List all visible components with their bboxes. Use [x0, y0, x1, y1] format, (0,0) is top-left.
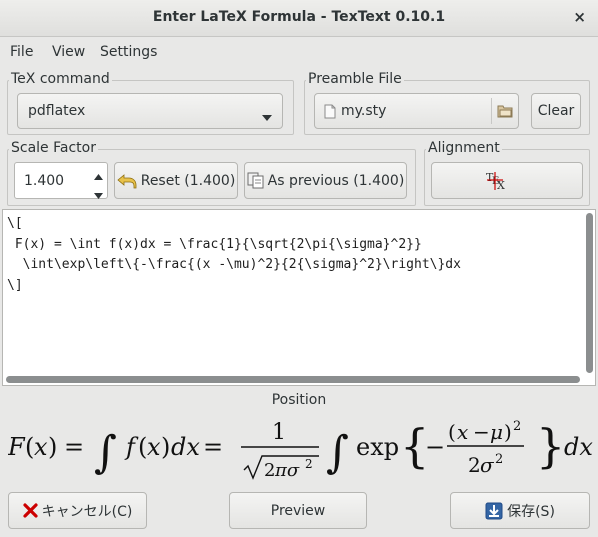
menu-view[interactable]: View: [52, 44, 85, 60]
cancel-label: キャンセル(C): [41, 503, 133, 520]
svg-text:): ): [504, 420, 512, 444]
latex-editor[interactable]: \[ F(x) = \int f(x)dx = \frac{1}{\sqrt{2…: [2, 209, 596, 386]
title-bar: Enter LaTeX Formula - TexText 0.10.1 ×: [0, 0, 598, 37]
code-line: \int\exp\left\{-\frac{(x -\mu)^2}{2{\sig…: [7, 257, 461, 272]
horizontal-scrollbar[interactable]: [6, 376, 580, 383]
reset-scale-button[interactable]: Reset (1.400): [114, 162, 238, 199]
alignment-label: Alignment: [426, 140, 502, 156]
code-line: \[: [7, 216, 23, 231]
save-label: 保存(S): [507, 503, 555, 520]
scale-factor-label: Scale Factor: [9, 140, 98, 156]
svg-text:}: }: [536, 419, 565, 473]
increment-icon[interactable]: [94, 168, 103, 184]
chooser-divider: [491, 98, 492, 124]
menu-bar: File View Settings: [0, 37, 598, 67]
as-previous-label: As previous (1.400): [267, 172, 405, 189]
svg-text:X: X: [497, 179, 505, 192]
svg-text:2: 2: [305, 457, 313, 471]
svg-text:x: x: [457, 420, 468, 444]
chevron-down-icon: [262, 109, 272, 125]
svg-text:=: =: [64, 433, 84, 461]
svg-text:(: (: [25, 433, 34, 461]
svg-text:2: 2: [264, 460, 275, 481]
save-button[interactable]: 保存(S): [450, 492, 590, 529]
as-previous-button[interactable]: As previous (1.400): [244, 162, 407, 199]
alignment-anchor-icon: T E X: [485, 170, 509, 196]
cancel-button[interactable]: キャンセル(C): [8, 492, 147, 529]
tex-command-value: pdflatex: [28, 103, 86, 119]
close-window-button[interactable]: ×: [573, 8, 586, 26]
svg-text:=: =: [203, 433, 223, 461]
menu-file[interactable]: File: [10, 44, 33, 60]
preamble-file-chooser[interactable]: my.sty: [314, 93, 519, 129]
vertical-scrollbar[interactable]: [586, 213, 593, 373]
svg-text:x: x: [34, 433, 48, 461]
menu-settings[interactable]: Settings: [100, 44, 157, 60]
folder-icon[interactable]: [497, 104, 513, 122]
svg-text:∫: ∫: [94, 427, 117, 478]
svg-text:): ): [48, 433, 57, 461]
preview-button[interactable]: Preview: [229, 492, 367, 529]
close-icon: [23, 503, 38, 518]
document-icon: [324, 104, 336, 123]
window-title: Enter LaTeX Formula - TexText 0.10.1: [152, 9, 446, 25]
svg-text:): ): [161, 433, 170, 461]
svg-text:F: F: [8, 433, 26, 461]
svg-text:(: (: [448, 420, 456, 444]
svg-text:1: 1: [272, 420, 286, 445]
svg-text:dx: dx: [564, 433, 593, 461]
decrement-icon[interactable]: [94, 187, 103, 203]
svg-text:exp: exp: [356, 433, 399, 461]
svg-text:f: f: [124, 433, 139, 461]
scale-factor-value: 1.400: [24, 173, 65, 189]
svg-text:2: 2: [495, 452, 503, 467]
formula-preview: F ( x ) = ∫ f ( x ) dx = 1 2 πσ 2 ∫ exp …: [7, 412, 593, 484]
svg-text:(: (: [138, 433, 147, 461]
preamble-file-value: my.sty: [341, 103, 387, 119]
svg-text:−: −: [473, 420, 490, 444]
clear-button[interactable]: Clear: [531, 93, 581, 129]
svg-text:dx: dx: [171, 433, 200, 461]
code-line: F(x) = \int f(x)dx = \frac{1}{\sqrt{2\pi…: [7, 236, 422, 252]
svg-text:μ: μ: [490, 420, 503, 444]
preamble-label: Preamble File: [306, 71, 404, 87]
svg-text:πσ: πσ: [274, 460, 300, 481]
svg-text:∫: ∫: [326, 427, 349, 478]
position-label: Position: [271, 392, 327, 408]
svg-text:2: 2: [468, 453, 481, 477]
code-line: \]: [7, 277, 23, 293]
svg-text:−: −: [425, 433, 445, 461]
undo-icon: [117, 173, 137, 189]
svg-text:2: 2: [513, 419, 521, 434]
reset-scale-label: Reset (1.400): [140, 172, 236, 189]
svg-text:x: x: [147, 433, 161, 461]
alignment-dropdown[interactable]: T E X: [431, 162, 583, 199]
scale-factor-spinbox[interactable]: 1.400: [14, 162, 108, 199]
latex-code: \[ F(x) = \int f(x)dx = \frac{1}{\sqrt{2…: [7, 214, 461, 296]
copy-icon: [247, 172, 264, 189]
svg-text:σ: σ: [480, 453, 495, 477]
tex-command-label: TeX command: [9, 71, 112, 87]
save-icon: [485, 502, 503, 520]
tex-command-dropdown[interactable]: pdflatex: [17, 93, 283, 129]
